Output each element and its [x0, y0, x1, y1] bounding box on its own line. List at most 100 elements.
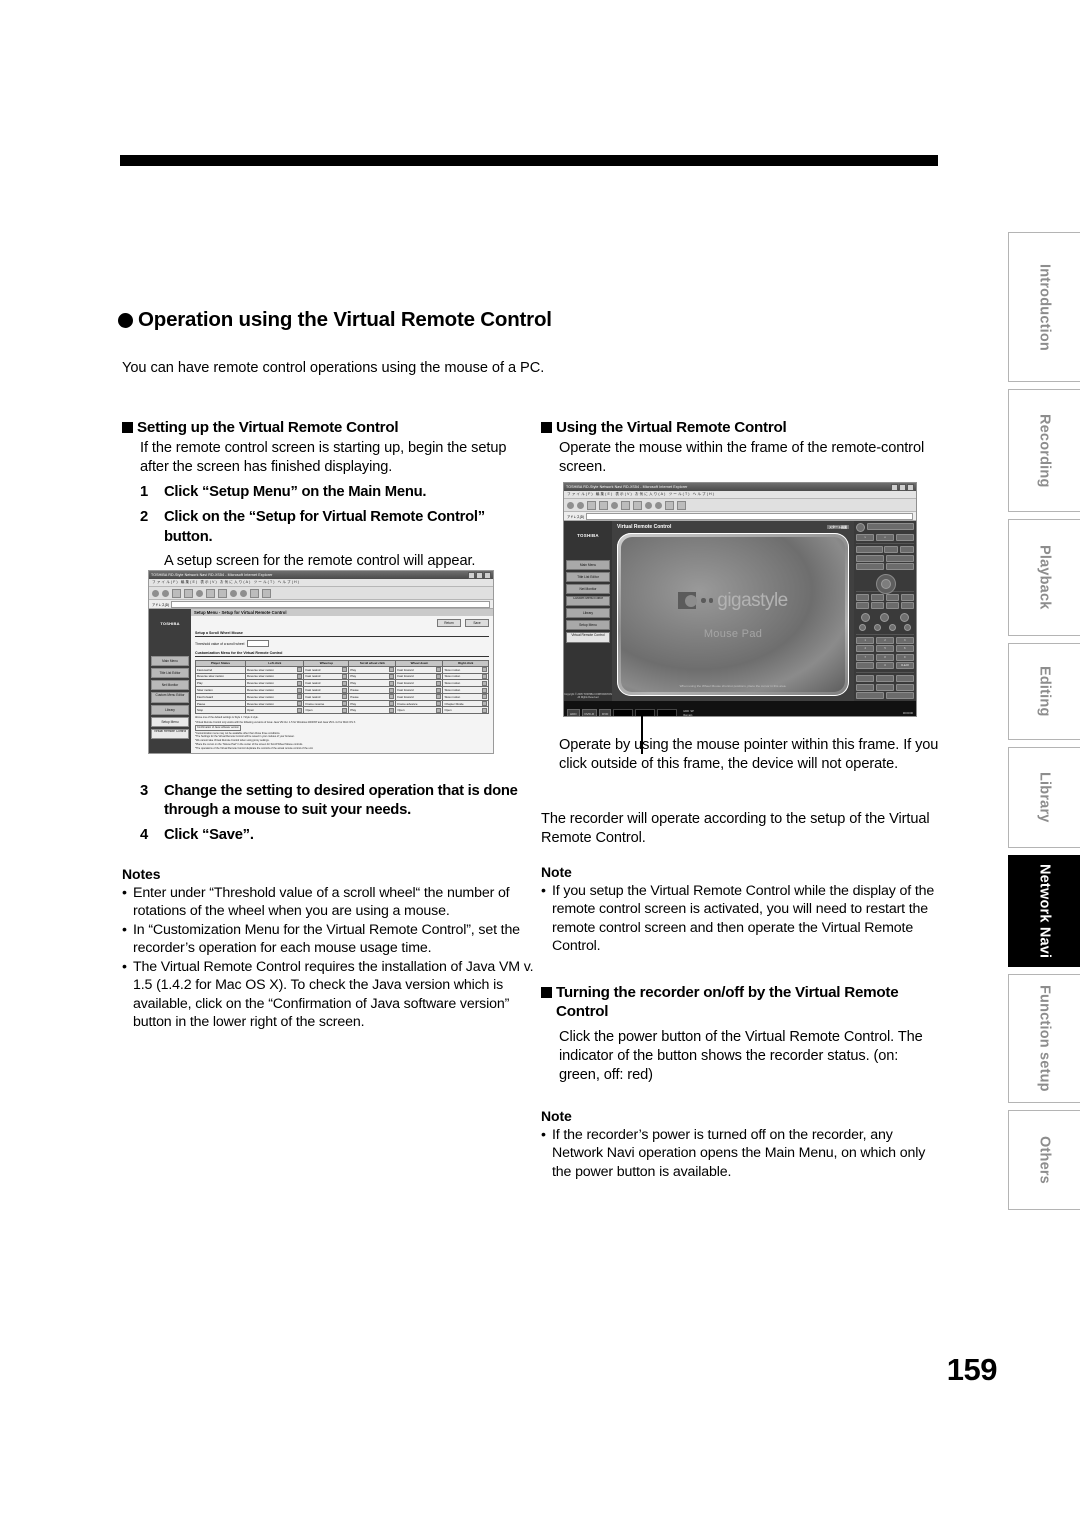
skip-forward-button[interactable]: [900, 602, 914, 610]
cell-action-select[interactable]: Play: [348, 706, 397, 715]
sidebar-item-setup-menu[interactable]: Setup Menu: [566, 620, 610, 631]
forward-button[interactable]: [899, 546, 914, 554]
key-0[interactable]: 0: [875, 662, 895, 670]
quick-menu-button-2[interactable]: [856, 692, 885, 700]
close-icon[interactable]: [907, 483, 914, 491]
search-icon[interactable]: [206, 588, 215, 598]
chevron-down-icon[interactable]: [389, 701, 395, 706]
chevron-down-icon[interactable]: [436, 680, 442, 686]
chevron-down-icon[interactable]: [482, 694, 487, 700]
maximize-icon[interactable]: [899, 483, 906, 491]
refresh-icon[interactable]: [599, 500, 608, 510]
channel-down-button[interactable]: ∨: [856, 533, 875, 541]
vrc-address-bar[interactable]: アドレス(D): [564, 512, 916, 521]
print-icon[interactable]: [262, 588, 271, 598]
sidebar-item-setup-menu[interactable]: Setup Menu: [151, 716, 189, 727]
sidebar-item-main-menu[interactable]: Main Menu: [566, 560, 610, 570]
chevron-down-icon[interactable]: [342, 701, 348, 706]
forward-icon[interactable]: [577, 501, 584, 509]
chevron-down-icon[interactable]: [342, 707, 348, 713]
key-8[interactable]: 8: [875, 653, 895, 661]
cell-action-select[interactable]: Fast forward: [395, 665, 444, 674]
history-icon[interactable]: [240, 589, 247, 597]
chevron-down-icon[interactable]: [389, 667, 395, 673]
cell-action-select[interactable]: Fast rewind: [303, 665, 350, 674]
mail-icon[interactable]: [250, 588, 259, 598]
key-9[interactable]: 9: [895, 653, 914, 661]
history-icon[interactable]: [655, 501, 662, 509]
key-7[interactable]: 7: [856, 653, 875, 661]
vrc-toolbar[interactable]: [564, 499, 916, 512]
index-tab-library[interactable]: Library: [1008, 747, 1080, 848]
key-5[interactable]: 5: [875, 645, 895, 653]
setup-menu-button[interactable]: [885, 692, 914, 700]
green-button[interactable]: [895, 675, 914, 683]
cell-action-select[interactable]: Reverse slow motion: [245, 672, 305, 681]
cell-action-select[interactable]: Reverse slow motion: [245, 686, 305, 694]
chevron-down-icon[interactable]: [342, 667, 348, 673]
threshold-input[interactable]: [247, 640, 270, 647]
cell-action-select[interactable]: Slow motion: [442, 686, 489, 694]
chevron-down-icon[interactable]: [297, 680, 303, 686]
hdd-button[interactable]: HDD: [567, 709, 580, 716]
forward-icon[interactable]: [162, 589, 169, 597]
chevron-down-icon[interactable]: [436, 701, 442, 706]
cell-action-select[interactable]: Play: [348, 699, 397, 708]
channel-up-button[interactable]: ∧: [875, 533, 895, 541]
sidebar-item-title-list-editor[interactable]: Title List Editor: [151, 668, 189, 678]
clear-button[interactable]: CLEAR: [895, 662, 914, 670]
chevron-down-icon[interactable]: [482, 701, 487, 706]
chevron-down-icon[interactable]: [482, 680, 487, 686]
chevron-down-icon[interactable]: [436, 694, 442, 700]
chevron-down-icon[interactable]: [389, 687, 395, 693]
back-icon[interactable]: [152, 589, 159, 597]
cell-action-select[interactable]: Slow motion: [442, 679, 489, 688]
chevron-down-icon[interactable]: [297, 687, 303, 693]
edit-navi-button[interactable]: [895, 683, 914, 691]
sidebar-item-virtual-remote-control[interactable]: Virtual Remote Control: [151, 728, 189, 739]
play-button[interactable]: [870, 593, 885, 601]
index-tab-playback[interactable]: Playback: [1008, 519, 1080, 636]
dpad[interactable]: [869, 573, 901, 594]
return-button[interactable]: Return: [437, 619, 461, 627]
timer-confirm-button[interactable]: [856, 683, 875, 691]
digital-button[interactable]: [866, 523, 914, 530]
stop-circle-button[interactable]: [880, 612, 890, 622]
cell-action-select[interactable]: Slow motion: [442, 665, 489, 674]
sidebar-item-title-list-editor[interactable]: Title List Editor: [566, 572, 610, 582]
chevron-down-icon[interactable]: [297, 667, 303, 673]
cell-action-select[interactable]: Reverse slow motion: [245, 692, 305, 701]
sidebar-item-net-monitor[interactable]: Net Monitor: [566, 584, 610, 594]
display-button[interactable]: [885, 563, 914, 571]
confirmation-java-button[interactable]: Confirmation of Java software version: [195, 725, 241, 731]
favorites-icon[interactable]: [633, 500, 642, 510]
sidebar-item-main-menu[interactable]: Main Menu: [151, 656, 189, 666]
chevron-down-icon[interactable]: [297, 674, 303, 679]
index-tab-editing[interactable]: Editing: [1008, 643, 1080, 740]
cell-action-select[interactable]: Fast forward: [395, 692, 444, 701]
chevron-down-icon[interactable]: [436, 667, 442, 673]
home-icon[interactable]: [196, 589, 203, 597]
start-menu-button[interactable]: [856, 546, 883, 554]
close-icon[interactable]: [484, 571, 491, 579]
stop-icon[interactable]: [587, 500, 596, 510]
setup-address-input[interactable]: [171, 600, 490, 608]
power-button[interactable]: [856, 523, 865, 532]
cell-action-select[interactable]: Reverse slow motion: [245, 665, 305, 674]
save-button[interactable]: Save: [465, 619, 489, 627]
sidebar-item-net-monitor[interactable]: Net Monitor: [151, 680, 189, 690]
minimize-icon[interactable]: [891, 483, 898, 491]
cell-action-select[interactable]: Fast rewind: [303, 692, 350, 701]
cell-action-select[interactable]: Fast rewind: [303, 672, 350, 681]
sidebar-item-custom-menu-editor[interactable]: Custom Menu Editor: [151, 692, 189, 703]
chevron-down-icon[interactable]: [297, 707, 303, 713]
back-button[interactable]: [884, 546, 899, 554]
mail-icon[interactable]: [665, 500, 674, 510]
cell-action-select[interactable]: Slow motion: [442, 692, 489, 701]
quick-menu-button[interactable]: [856, 554, 885, 562]
chevron-down-icon[interactable]: [297, 701, 303, 706]
next-button[interactable]: [900, 593, 914, 601]
cell-action-select[interactable]: Open: [303, 706, 350, 715]
cell-action-select[interactable]: Play: [348, 672, 397, 681]
chevron-down-icon[interactable]: [389, 674, 395, 679]
